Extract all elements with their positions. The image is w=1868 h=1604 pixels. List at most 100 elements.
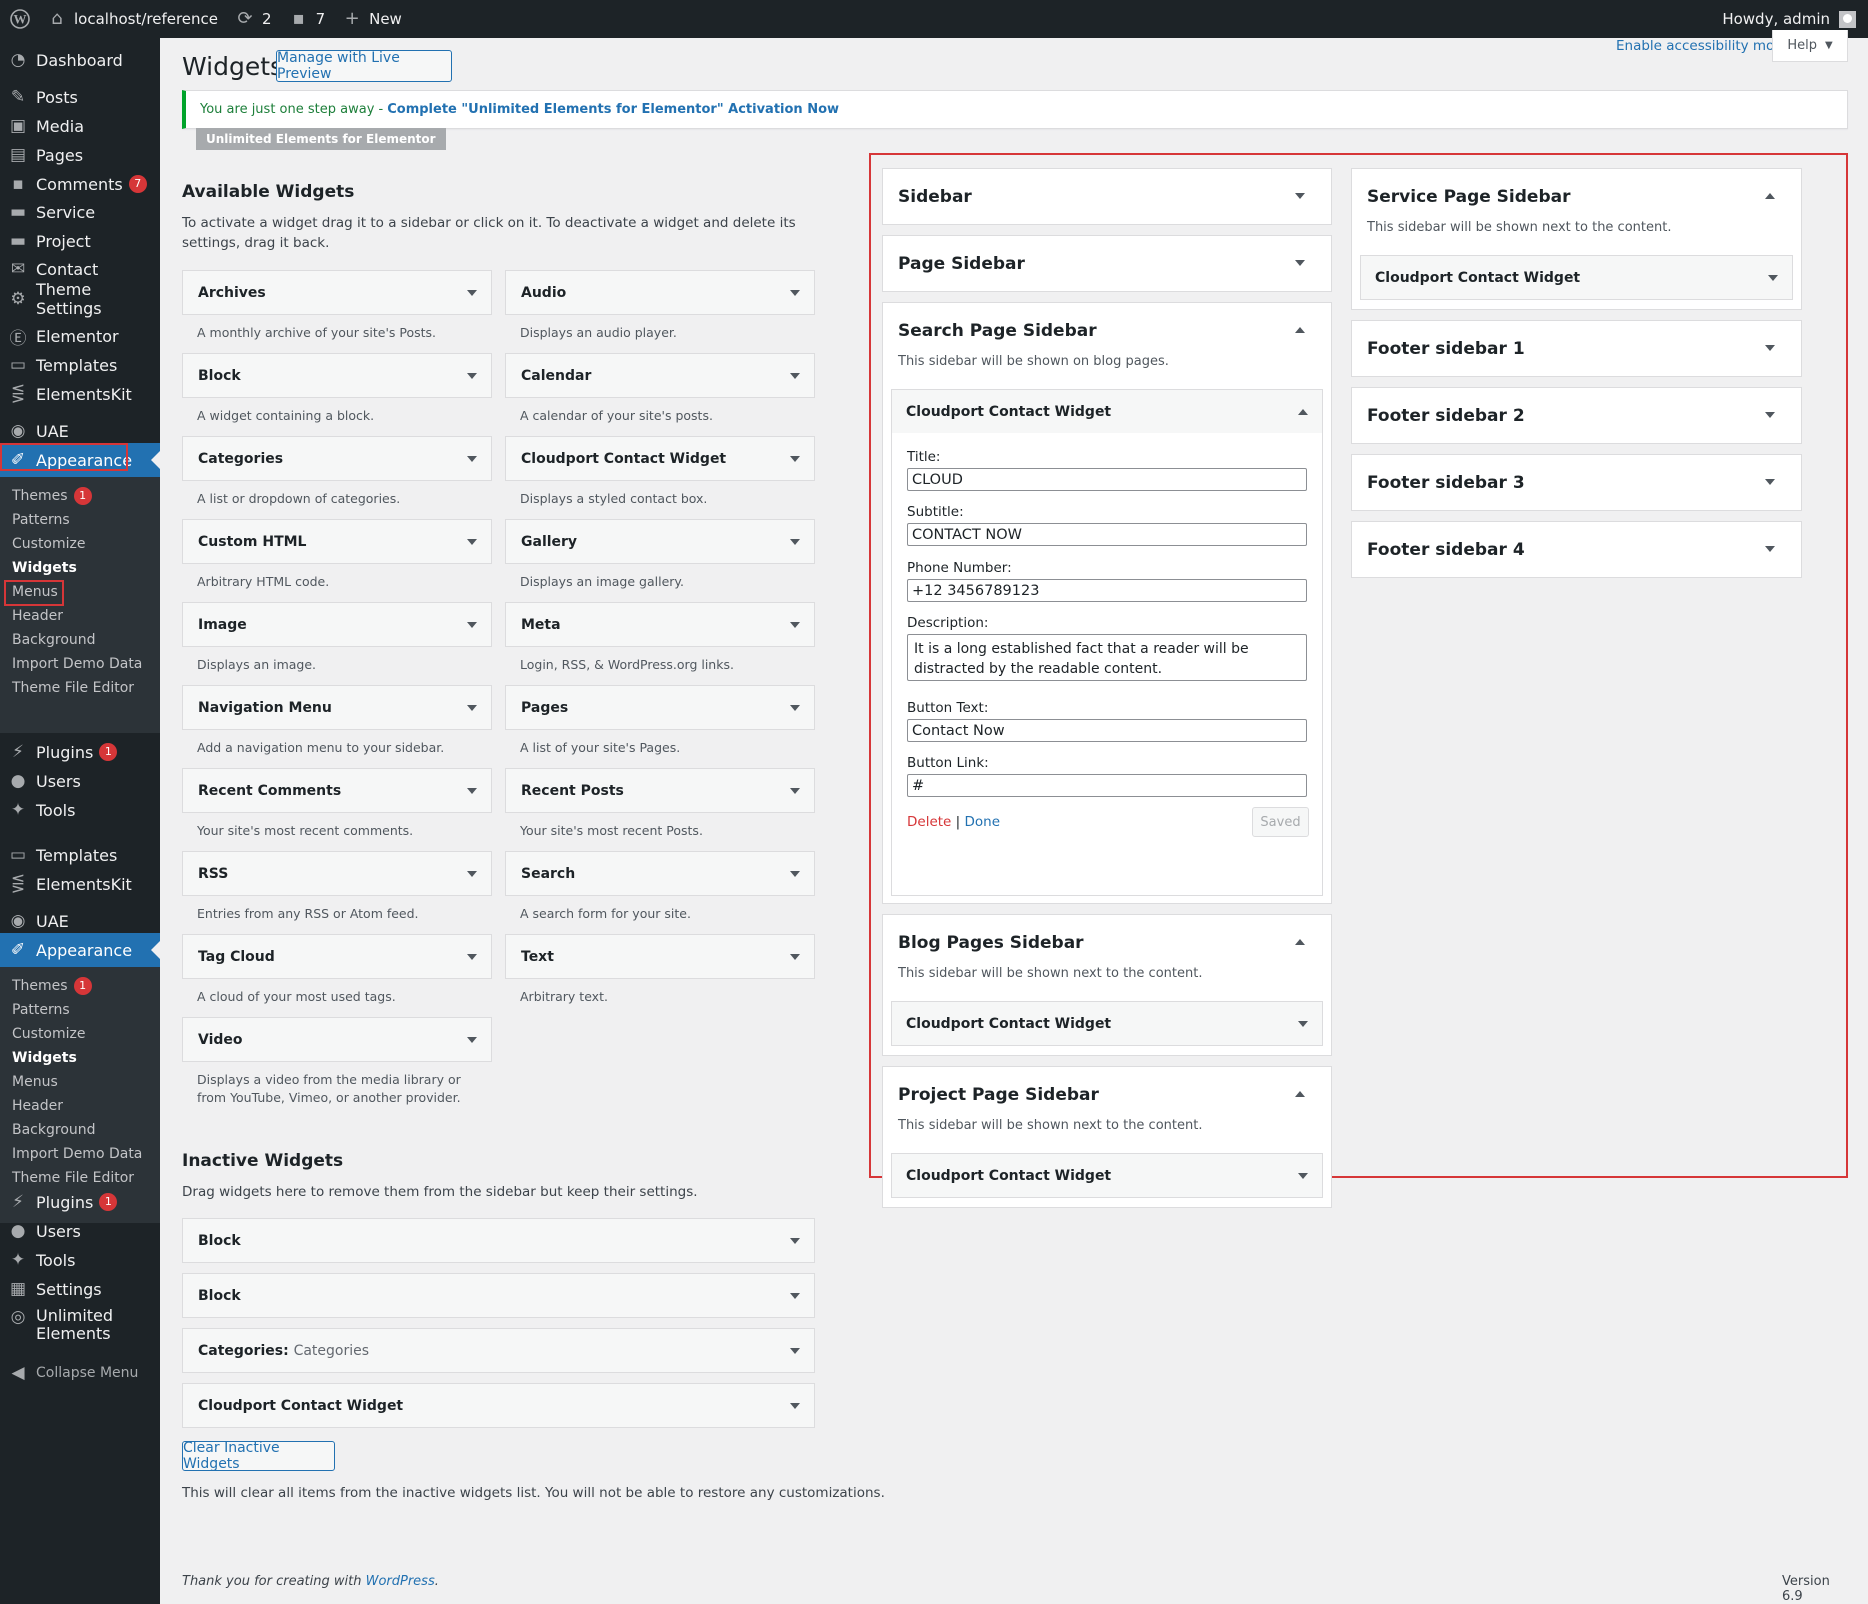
available-widget[interactable]: Tag Cloud	[182, 934, 492, 979]
sidebar-footer-2[interactable]: Footer sidebar 2	[1351, 387, 1802, 444]
chevron-down-icon	[1295, 193, 1305, 199]
phone-input[interactable]: +12 3456789123	[907, 579, 1307, 602]
saved-button[interactable]: Saved	[1252, 807, 1309, 837]
my-account[interactable]: Howdy, admin	[1722, 10, 1868, 28]
submenu-item[interactable]: Widgets	[12, 555, 77, 581]
menu-item[interactable]: ✦ Tools	[0, 793, 160, 827]
sidebar-blog-pages[interactable]: Blog Pages Sidebar This sidebar will be …	[882, 914, 1332, 1056]
inactive-widgets-title: Inactive Widgets	[182, 1151, 344, 1171]
chevron-up-icon	[1295, 939, 1305, 945]
submenu-item[interactable]: Themes 1	[12, 483, 92, 509]
clear-inactive-widgets-button[interactable]: Clear Inactive Widgets	[182, 1440, 335, 1472]
description-textarea[interactable]: It is a long established fact that a rea…	[907, 634, 1307, 681]
menu-item[interactable]: ▦ Settings	[0, 1272, 160, 1306]
wordpress-link[interactable]: WordPress	[366, 1574, 435, 1589]
submenu-item[interactable]: Patterns	[12, 997, 70, 1023]
inactive-widget-cloudport[interactable]: Cloudport Contact Widget	[182, 1383, 815, 1428]
sidebar-sidebar[interactable]: Sidebar	[882, 168, 1332, 225]
available-widget[interactable]: Categories	[182, 436, 492, 481]
count-badge: 7	[128, 175, 147, 193]
comments-link[interactable]: ▪ 7	[281, 0, 335, 38]
submenu-item[interactable]: Import Demo Data	[12, 1141, 142, 1167]
available-widget[interactable]: Navigation Menu	[182, 685, 492, 730]
title-input[interactable]: CLOUD	[907, 468, 1307, 491]
submenu-item[interactable]: Menus	[12, 1069, 58, 1095]
menu-item[interactable]: ⚙ Theme Settings	[0, 280, 160, 318]
submenu-item[interactable]: Themes 1	[12, 973, 92, 999]
wordpress-logo[interactable]: W	[0, 0, 39, 38]
sidebar-footer-3[interactable]: Footer sidebar 3	[1351, 454, 1802, 511]
menu-item[interactable]: ✐ Appearance	[0, 933, 160, 967]
sidebar-search-page[interactable]: Search Page Sidebar This sidebar will be…	[882, 302, 1332, 904]
menu-item[interactable]: ⋚ ElementsKit	[0, 867, 160, 901]
sidebar-service-page[interactable]: Service Page Sidebar This sidebar will b…	[1351, 168, 1802, 310]
available-widget-desc: Displays a styled contact box.	[520, 491, 708, 506]
chevron-down-icon	[790, 539, 800, 545]
done-link[interactable]: Done	[965, 814, 1001, 830]
available-widget[interactable]: Recent Posts	[505, 768, 815, 813]
admin-bar: W ⌂ localhost/reference ⟳ 2 ▪ 7 + New Ho…	[0, 0, 1868, 38]
chevron-down-icon	[790, 1293, 800, 1299]
updates-link[interactable]: ⟳ 2	[227, 0, 281, 38]
available-widget[interactable]: Block	[182, 353, 492, 398]
help-tab[interactable]: Help ▼	[1772, 30, 1848, 62]
sidebar-footer-1[interactable]: Footer sidebar 1	[1351, 320, 1802, 377]
available-widget[interactable]: RSS	[182, 851, 492, 896]
submenu-item[interactable]: Patterns	[12, 507, 70, 533]
avatar	[1839, 10, 1856, 28]
activation-link[interactable]: Complete "Unlimited Elements for Element…	[387, 102, 839, 117]
button-link-input[interactable]: #	[907, 774, 1307, 797]
inactive-widget-block-1[interactable]: Block	[182, 1218, 815, 1263]
available-widget[interactable]: Video	[182, 1017, 492, 1062]
available-widget[interactable]: Calendar	[505, 353, 815, 398]
version-text: Version 6.9	[1782, 1574, 1830, 1604]
available-widget[interactable]: Pages	[505, 685, 815, 730]
available-widget-desc: Displays a video from the media library …	[197, 1072, 461, 1105]
sidebar-project-page[interactable]: Project Page Sidebar This sidebar will b…	[882, 1066, 1332, 1208]
new-content-link[interactable]: + New	[334, 0, 411, 38]
available-widget[interactable]: Gallery	[505, 519, 815, 564]
submenu-item[interactable]: Theme File Editor	[12, 675, 134, 701]
project-sidebar-cloudport-widget[interactable]: Cloudport Contact Widget	[891, 1153, 1323, 1198]
chevron-down-icon	[790, 871, 800, 877]
chevron-down-icon	[1295, 260, 1305, 266]
submenu-item[interactable]: Widgets	[12, 1045, 77, 1071]
blog-sidebar-cloudport-widget[interactable]: Cloudport Contact Widget	[891, 1001, 1323, 1046]
menu-item[interactable]: ⋚ ElementsKit	[0, 377, 160, 411]
available-widget[interactable]: Custom HTML	[182, 519, 492, 564]
menu-item-unlimited-elements[interactable]: ◎ Unlimited Elements	[0, 1307, 160, 1351]
delete-link[interactable]: Delete	[907, 814, 951, 830]
available-widget[interactable]: Audio	[505, 270, 815, 315]
sidebar-footer-4[interactable]: Footer sidebar 4	[1351, 521, 1802, 578]
collapse-menu-button[interactable]: ◀ Collapse Menu	[0, 1356, 160, 1390]
available-widget[interactable]: Archives	[182, 270, 492, 315]
inactive-widget-block-2[interactable]: Block	[182, 1273, 815, 1318]
submenu-item[interactable]: Header	[12, 603, 63, 629]
available-widget[interactable]: Search	[505, 851, 815, 896]
count-badge: 1	[99, 743, 118, 761]
service-sidebar-cloudport-widget[interactable]: Cloudport Contact Widget	[1360, 255, 1793, 300]
submenu-item[interactable]: Customize	[12, 1021, 86, 1047]
chevron-down-icon	[1765, 345, 1775, 351]
available-widget[interactable]: Cloudport Contact Widget	[505, 436, 815, 481]
chevron-down-icon	[467, 456, 477, 462]
accessibility-mode-link[interactable]: Enable accessibility mode	[1616, 38, 1791, 54]
submenu-item[interactable]: Background	[12, 627, 96, 653]
inactive-widget-categories[interactable]: Categories: Categories	[182, 1328, 815, 1373]
available-widget[interactable]: Meta	[505, 602, 815, 647]
submenu-item[interactable]: Customize	[12, 531, 86, 557]
sidebar-page[interactable]: Page Sidebar	[882, 235, 1332, 292]
search-sidebar-cloudport-widget[interactable]: Cloudport Contact Widget	[891, 389, 1323, 434]
site-name-link[interactable]: ⌂ localhost/reference	[39, 0, 227, 38]
submenu-item[interactable]: Background	[12, 1117, 96, 1143]
available-widget[interactable]: Recent Comments	[182, 768, 492, 813]
activation-notice: You are just one step away - Complete "U…	[182, 90, 1848, 129]
submenu-item[interactable]: Header	[12, 1093, 63, 1119]
button-text-input[interactable]: Contact Now	[907, 719, 1307, 742]
available-widget[interactable]: Image	[182, 602, 492, 647]
subtitle-input[interactable]: CONTACT NOW	[907, 523, 1307, 546]
submenu-item[interactable]: Import Demo Data	[12, 651, 142, 677]
available-widget[interactable]: Text	[505, 934, 815, 979]
menu-item[interactable]: ◔ Dashboard	[0, 43, 160, 77]
manage-live-preview-button[interactable]: Manage with Live Preview	[276, 50, 452, 82]
